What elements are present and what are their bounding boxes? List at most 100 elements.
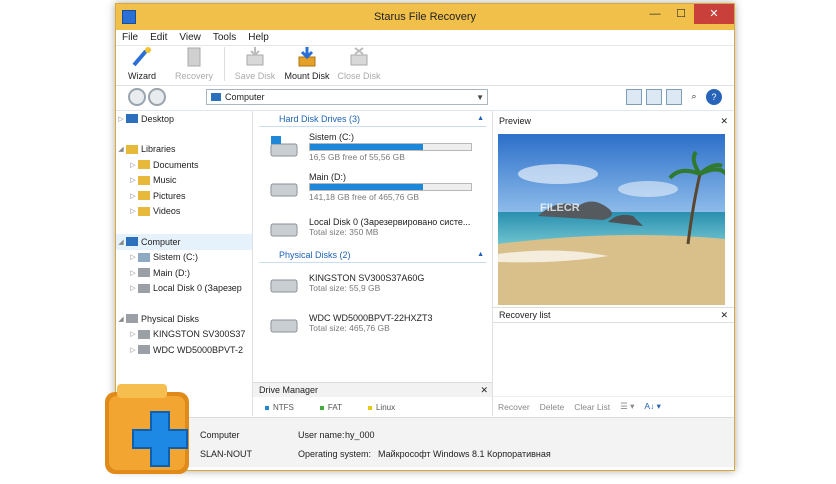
tree-label: WDC WD5000BPVT-2 bbox=[153, 344, 244, 355]
close-disk-button[interactable]: Close Disk bbox=[333, 45, 385, 81]
legend-label: Linux bbox=[375, 402, 396, 412]
tree-item-desktop[interactable]: ▷ Desktop bbox=[116, 111, 252, 127]
right-panel: Preview ✕ FILECR Recovery list ✕ Recover… bbox=[493, 111, 734, 416]
disk-item[interactable]: KINGSTON SV300S37A60G Total size: 55,9 G… bbox=[253, 263, 492, 303]
group-header-physical[interactable]: Physical Disks (2) ▲ bbox=[259, 247, 486, 263]
group-title: Physical Disks (2) bbox=[279, 249, 351, 260]
drive-item[interactable]: Main (D:) 141,18 GB free of 465,76 GB bbox=[253, 167, 492, 207]
folder-tree: ▷ Desktop ◢ Libraries ▷ Documents ▷ Music ▷ P… bbox=[116, 111, 253, 416]
close-icon[interactable]: ✕ bbox=[480, 385, 488, 396]
close-icon[interactable]: ✕ bbox=[720, 116, 728, 127]
menu-edit[interactable]: Edit bbox=[144, 32, 173, 43]
os-label: Operating system: bbox=[298, 449, 372, 459]
close-disk-icon bbox=[350, 47, 368, 66]
disk-icon bbox=[138, 329, 150, 339]
tree-item-videos[interactable]: ▷ Videos bbox=[116, 204, 252, 220]
search-icon[interactable]: ⌕ bbox=[686, 89, 702, 105]
title-bar: Starus File Recovery — ☐ ✕ bbox=[116, 4, 734, 30]
preview-title: Preview bbox=[499, 116, 532, 126]
tree-label: Sistem (C:) bbox=[153, 252, 198, 263]
os-value: Майкрософт Windows 8.1 Корпоративная bbox=[378, 449, 551, 459]
watermark-text: FILECR bbox=[540, 202, 580, 214]
menu-tools[interactable]: Tools bbox=[207, 32, 242, 43]
mount-disk-icon bbox=[298, 47, 316, 67]
group-title: Hard Disk Drives (3) bbox=[279, 113, 361, 124]
tree-item-kingston[interactable]: ▷ KINGSTON SV300S37 bbox=[116, 327, 252, 343]
legend-linux: Linux bbox=[367, 402, 396, 412]
starus-logo-icon bbox=[105, 384, 189, 474]
menu-help[interactable]: Help bbox=[242, 32, 275, 43]
mount-disk-button[interactable]: Mount Disk bbox=[281, 45, 333, 81]
toolbar-separator bbox=[224, 47, 225, 81]
help-icon[interactable]: ? bbox=[706, 89, 722, 105]
drive-item[interactable]: Local Disk 0 (Зарезервировано систе... T… bbox=[253, 207, 492, 247]
tree-item-wdc[interactable]: ▷ WDC WD5000BPVT-2 bbox=[116, 342, 252, 358]
tree-item-sistem[interactable]: ▷ Sistem (C:) bbox=[116, 250, 252, 266]
chevron-up-icon[interactable]: ▲ bbox=[477, 251, 484, 258]
drive-name: Main (D:) bbox=[309, 172, 347, 182]
view-panel-icon[interactable] bbox=[626, 89, 642, 105]
forward-button[interactable] bbox=[148, 88, 166, 106]
tree-item-main[interactable]: ▷ Main (D:) bbox=[116, 265, 252, 281]
save-disk-button[interactable]: Save Disk bbox=[229, 45, 281, 81]
address-field[interactable]: Computer ▼ bbox=[206, 89, 488, 105]
tree-label: Videos bbox=[153, 206, 181, 217]
close-icon[interactable]: ✕ bbox=[720, 310, 728, 321]
folder-icon bbox=[138, 175, 150, 185]
tree-label: Pictures bbox=[153, 190, 186, 201]
tree-label: Main (D:) bbox=[153, 267, 191, 278]
maximize-button[interactable]: ☐ bbox=[668, 4, 694, 24]
clear-list-button[interactable]: Clear List bbox=[574, 402, 610, 412]
list-view-icon[interactable]: ☰ ▾ bbox=[620, 401, 634, 412]
drive-manager-title: Drive Manager bbox=[259, 385, 319, 395]
tree-label: Desktop bbox=[141, 113, 175, 124]
tree-label: Computer bbox=[141, 236, 181, 247]
recovery-icon bbox=[187, 47, 201, 67]
recovery-button[interactable]: Recovery bbox=[168, 45, 220, 81]
close-button[interactable]: ✕ bbox=[694, 4, 734, 24]
sort-icon[interactable]: A↓ ▾ bbox=[644, 401, 661, 412]
legend-label: NTFS bbox=[273, 402, 294, 412]
menu-view[interactable]: View bbox=[173, 32, 207, 43]
save-disk-label: Save Disk bbox=[234, 71, 276, 81]
tree-item-documents[interactable]: ▷ Documents bbox=[116, 157, 252, 173]
minimize-button[interactable]: — bbox=[642, 4, 668, 24]
tree-item-libraries[interactable]: ◢ Libraries bbox=[116, 142, 252, 158]
computer-icon bbox=[211, 93, 221, 101]
disk-name: KINGSTON SV300S37A60G bbox=[309, 273, 425, 283]
drive-size-text: Total size: 350 MB bbox=[309, 227, 379, 237]
drive-item[interactable]: Sistem (C:) 16,5 GB free of 55,56 GB bbox=[253, 127, 492, 167]
tree-item-computer[interactable]: ◢ Computer bbox=[116, 234, 252, 250]
tree-item-local0[interactable]: ▷ Local Disk 0 (Зарезер bbox=[116, 281, 252, 297]
group-header-hdd[interactable]: Hard Disk Drives (3) ▲ bbox=[259, 111, 486, 127]
folder-icon bbox=[138, 191, 150, 201]
chevron-down-icon[interactable]: ▼ bbox=[476, 93, 484, 102]
desktop-icon bbox=[126, 114, 138, 124]
menu-file[interactable]: File bbox=[116, 32, 144, 43]
legend-label: FAT bbox=[327, 402, 342, 412]
toolbar: Wizard Recovery Save Disk Mount Disk Clo… bbox=[116, 46, 734, 86]
fs-legend: NTFS FAT Linux bbox=[253, 397, 492, 417]
recovery-label: Recovery bbox=[174, 71, 213, 81]
computer-icon bbox=[126, 237, 138, 247]
status-bar: Computer SLAN-NOUT User name: hy_000 Ope… bbox=[116, 417, 734, 467]
tree-item-pictures[interactable]: ▷ Pictures bbox=[116, 188, 252, 204]
tree-item-physical[interactable]: ◢ Physical Disks bbox=[116, 311, 252, 327]
chevron-up-icon[interactable]: ▲ bbox=[477, 115, 484, 122]
disk-icon bbox=[138, 345, 150, 355]
usage-fill bbox=[310, 184, 423, 190]
recover-button[interactable]: Recover bbox=[498, 402, 530, 412]
drive-usage-bar bbox=[309, 183, 472, 191]
app-window: Starus File Recovery — ☐ ✕ File Edit Vie… bbox=[115, 3, 735, 471]
tree-item-music[interactable]: ▷ Music bbox=[116, 173, 252, 189]
recovery-list-title: Recovery list bbox=[499, 310, 551, 320]
wizard-button[interactable]: Wizard bbox=[116, 45, 168, 81]
back-button[interactable] bbox=[128, 88, 146, 106]
delete-button[interactable]: Delete bbox=[540, 402, 565, 412]
recovery-list-header: Recovery list ✕ bbox=[493, 307, 734, 323]
preview-toggle-icon[interactable] bbox=[646, 89, 662, 105]
drive-free-text: 16,5 GB free of 55,56 GB bbox=[309, 152, 405, 162]
wizard-label: Wizard bbox=[127, 71, 156, 81]
disk-item[interactable]: WDC WD5000BPVT-22HXZT3 Total size: 465,7… bbox=[253, 303, 492, 343]
details-toggle-icon[interactable] bbox=[666, 89, 682, 105]
